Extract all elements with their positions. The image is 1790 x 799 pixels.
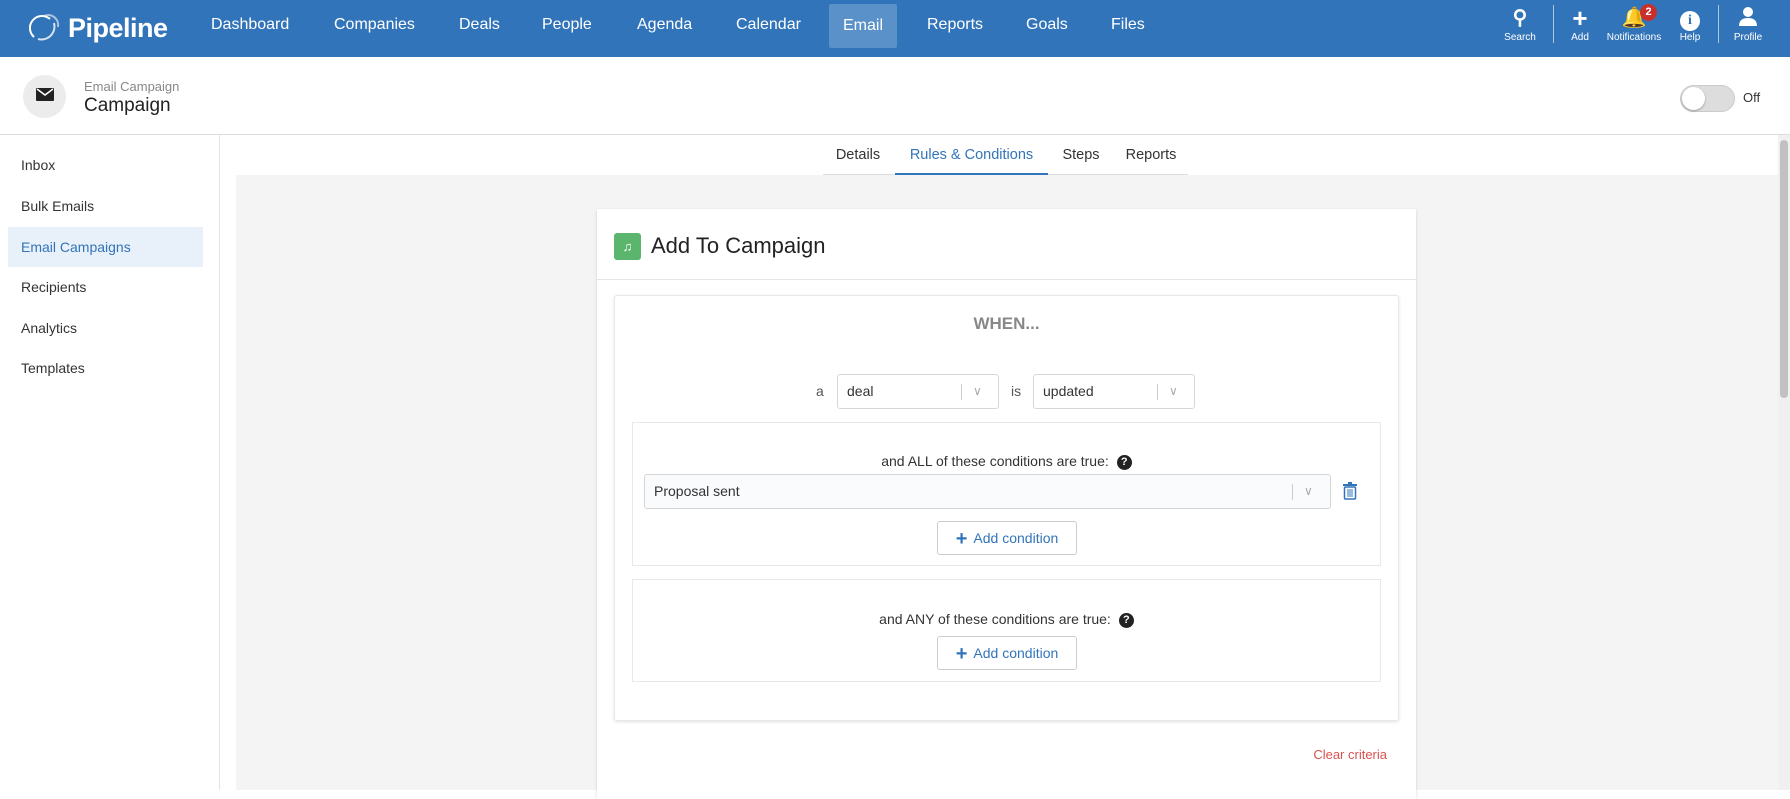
is-label: is <box>1011 383 1022 399</box>
app-name: Pipeline <box>68 12 168 43</box>
info-icon: i <box>1660 6 1720 31</box>
add-condition-label: Add condition <box>973 645 1059 661</box>
add-any-condition-button[interactable]: + Add condition <box>937 636 1077 670</box>
add-condition-label: Add condition <box>973 530 1059 546</box>
nav-deals[interactable]: Deals <box>459 0 500 57</box>
sidebar-item-email-campaigns[interactable]: Email Campaigns <box>8 227 203 267</box>
search-icon: ⚲ <box>1512 7 1528 29</box>
notification-badge: 2 <box>1640 4 1657 21</box>
object-select-value: deal <box>847 383 874 399</box>
when-heading: WHEN... <box>973 314 1040 333</box>
add-label: Add <box>1571 32 1589 43</box>
event-select[interactable]: updated ∨ <box>1033 374 1195 409</box>
nav-files[interactable]: Files <box>1111 0 1145 57</box>
nav-email[interactable]: Email <box>829 4 898 48</box>
chevron-down-icon: ∨ <box>1169 384 1178 398</box>
campaign-toggle[interactable] <box>1680 85 1735 112</box>
select-separator <box>961 384 962 400</box>
user-icon <box>1718 6 1778 30</box>
nav-companies[interactable]: Companies <box>334 0 415 57</box>
condition-select[interactable]: Proposal sent ∨ <box>644 474 1331 509</box>
page-title: Campaign <box>84 95 171 116</box>
nav-people[interactable]: People <box>542 0 592 57</box>
help-icon[interactable]: ? <box>1116 455 1132 470</box>
top-navbar: Pipeline Dashboard Companies Deals Peopl… <box>0 0 1790 57</box>
nav-goals[interactable]: Goals <box>1026 0 1068 57</box>
any-conditions-label: and ANY of these conditions are true:? <box>632 611 1381 628</box>
nav-dashboard[interactable]: Dashboard <box>211 0 289 57</box>
clear-criteria-link[interactable]: Clear criteria <box>1287 747 1387 762</box>
plus-icon: + <box>955 528 968 550</box>
select-separator <box>1157 384 1158 400</box>
add-all-condition-button[interactable]: + Add condition <box>937 521 1077 555</box>
any-conditions-text: and ANY of these conditions are true: <box>879 611 1111 627</box>
help-button[interactable]: i Help <box>1660 6 1720 43</box>
chevron-down-icon: ∨ <box>973 384 982 398</box>
plus-icon: + <box>1572 3 1588 33</box>
plus-icon: + <box>955 643 968 665</box>
app-logo[interactable]: Pipeline <box>28 10 168 46</box>
object-select[interactable]: deal ∨ <box>837 374 999 409</box>
scrollbar-thumb[interactable] <box>1780 140 1788 398</box>
search-label: Search <box>1504 32 1536 43</box>
tab-details[interactable]: Details <box>823 135 893 175</box>
delete-condition-button[interactable] <box>1343 482 1357 505</box>
notifications-label: Notifications <box>1606 32 1662 43</box>
tab-reports[interactable]: Reports <box>1114 135 1188 175</box>
nav-calendar[interactable]: Calendar <box>736 0 801 57</box>
toggle-knob <box>1682 87 1705 110</box>
tab-steps[interactable]: Steps <box>1050 135 1112 175</box>
event-select-value: updated <box>1043 383 1094 399</box>
card-title: Add To Campaign <box>651 233 826 258</box>
sidebar-item-analytics[interactable]: Analytics <box>8 308 203 348</box>
scrollbar[interactable] <box>1778 135 1790 790</box>
sidebar-item-bulk-emails[interactable]: Bulk Emails <box>8 186 203 226</box>
chevron-down-icon: ∨ <box>1304 484 1313 498</box>
page-header: Email Campaign Campaign Off <box>0 57 1790 135</box>
help-label: Help <box>1679 32 1701 43</box>
add-button[interactable]: + Add <box>1550 3 1610 43</box>
toggle-label: Off <box>1743 90 1761 105</box>
trash-icon <box>1343 482 1357 500</box>
sidebar-item-templates[interactable]: Templates <box>8 348 203 388</box>
tab-rules-conditions[interactable]: Rules & Conditions <box>895 135 1048 175</box>
envelope-icon <box>35 88 54 101</box>
profile-button[interactable]: Profile <box>1718 6 1778 43</box>
help-icon[interactable]: ? <box>1118 613 1134 628</box>
a-label: a <box>816 383 824 399</box>
condition-value: Proposal sent <box>654 483 740 499</box>
page-subtitle: Email Campaign <box>84 79 180 94</box>
sidebar-item-recipients[interactable]: Recipients <box>8 267 203 307</box>
nav-reports[interactable]: Reports <box>927 0 983 57</box>
card-divider <box>597 279 1416 280</box>
sidebar-item-inbox[interactable]: Inbox <box>8 145 203 185</box>
notifications-button[interactable]: 🔔 Notifications 2 <box>1604 4 1664 43</box>
all-conditions-text: and ALL of these conditions are true: <box>881 453 1109 469</box>
profile-label: Profile <box>1733 32 1763 43</box>
pipeline-logo-icon <box>28 14 60 41</box>
campaign-avatar <box>23 75 66 118</box>
nav-agenda[interactable]: Agenda <box>637 0 692 57</box>
bell-icon: ♫ <box>614 233 641 260</box>
search-button[interactable]: ⚲ Search <box>1490 6 1550 43</box>
select-separator <box>1292 484 1293 500</box>
all-conditions-label: and ALL of these conditions are true:? <box>632 453 1381 470</box>
